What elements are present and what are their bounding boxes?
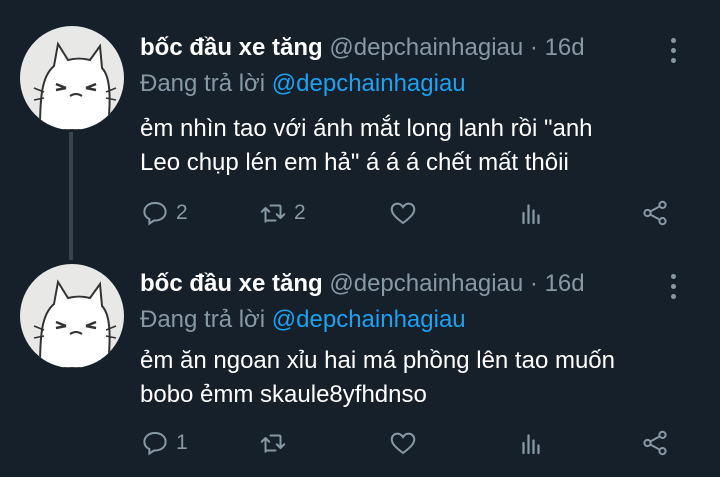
user-handle[interactable]: @depchainhagiau — [329, 270, 523, 297]
avatar[interactable] — [20, 26, 124, 130]
analytics-icon — [516, 198, 546, 228]
retweet-icon — [258, 198, 288, 228]
retweet-button[interactable] — [258, 428, 294, 458]
user-handle[interactable]: @depchainhagiau — [329, 34, 523, 61]
reply-button[interactable]: 1 — [140, 428, 188, 458]
analytics-button[interactable] — [516, 198, 546, 228]
analytics-icon — [516, 428, 546, 458]
reply-prefix: Đang trả lời — [140, 70, 266, 97]
display-name[interactable]: bốc đầu xe tăng — [140, 270, 323, 297]
action-bar: 2 2 — [140, 198, 700, 232]
tweet-text: ẻm nhìn tao với ánh mắt long lanh rồi "a… — [140, 112, 700, 180]
retweet-icon — [258, 428, 288, 458]
tweet-text-line: Leo chụp lén em hả" á á á chết mất thôii — [140, 149, 569, 176]
replying-to: Đang trả lời @depchainhagiau — [140, 70, 466, 98]
reply-mention-link[interactable]: @depchainhagiau — [272, 70, 466, 97]
avatar[interactable] — [20, 264, 124, 368]
like-button[interactable] — [388, 198, 418, 228]
tweet-header: bốc đầu xe tăng @depchainhagiau · 16d — [140, 34, 585, 62]
tweet-text-line: ẻm ăn ngoan xỉu hai má phồng lên tao muố… — [140, 347, 615, 374]
share-icon — [640, 198, 670, 228]
timestamp[interactable]: · 16d — [530, 34, 585, 61]
tweet-text-line: ẻm nhìn tao với ánh mắt long lanh rồi "a… — [140, 115, 593, 142]
like-icon — [388, 428, 418, 458]
like-icon — [388, 198, 418, 228]
action-bar: 1 — [140, 428, 700, 462]
more-icon[interactable] — [667, 274, 679, 304]
reply-prefix: Đang trả lời — [140, 306, 266, 333]
reply-count: 2 — [176, 201, 188, 224]
tweet-header: bốc đầu xe tăng @depchainhagiau · 16d — [140, 270, 585, 298]
like-button[interactable] — [388, 428, 418, 458]
retweet-count: 2 — [294, 201, 306, 224]
replying-to: Đang trả lời @depchainhagiau — [140, 306, 466, 334]
tweet-text-line: bobo ẻmm skaule8yfhdnso — [140, 381, 427, 408]
more-icon[interactable] — [667, 38, 679, 68]
tweet-text: ẻm ăn ngoan xỉu hai má phồng lên tao muố… — [140, 344, 700, 412]
reply-icon — [140, 198, 170, 228]
reply-icon — [140, 428, 170, 458]
display-name[interactable]: bốc đầu xe tăng — [140, 34, 323, 61]
reply-count: 1 — [176, 431, 188, 454]
retweet-button[interactable]: 2 — [258, 198, 306, 228]
share-button[interactable] — [640, 198, 670, 228]
reply-mention-link[interactable]: @depchainhagiau — [272, 306, 466, 333]
share-icon — [640, 428, 670, 458]
timestamp[interactable]: · 16d — [530, 270, 585, 297]
share-button[interactable] — [640, 428, 670, 458]
reply-button[interactable]: 2 — [140, 198, 188, 228]
analytics-button[interactable] — [516, 428, 546, 458]
thread-connector-line — [69, 132, 73, 260]
